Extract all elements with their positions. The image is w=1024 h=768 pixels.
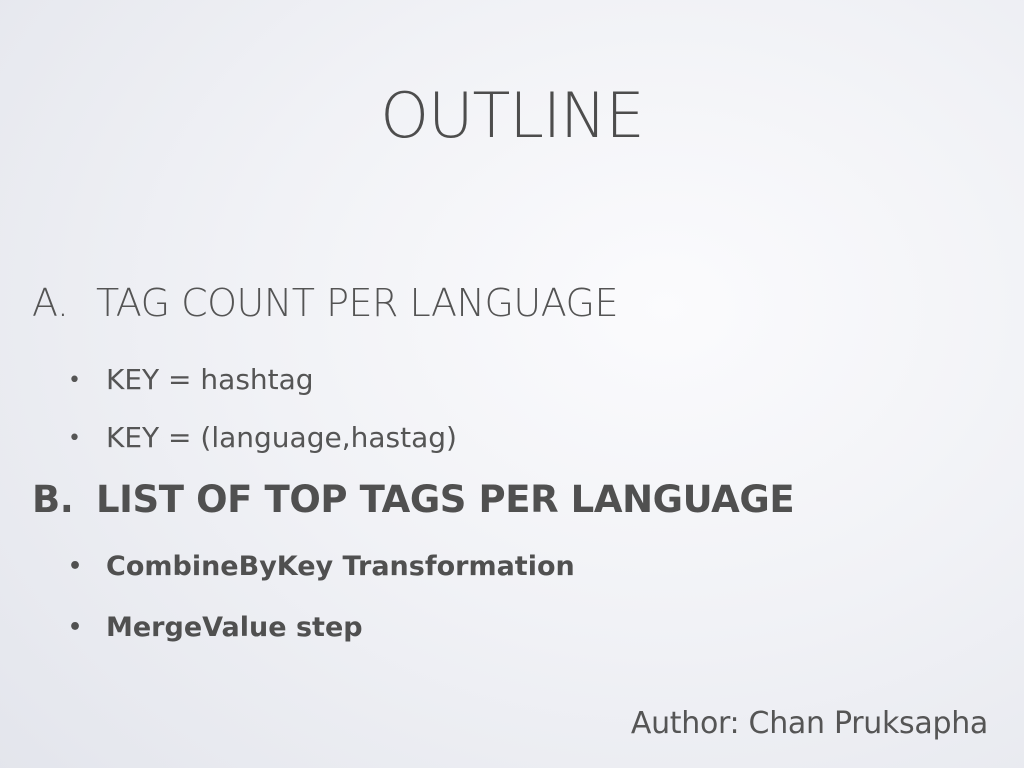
section-marker: B. [32, 478, 74, 521]
section-marker: A. [32, 281, 69, 325]
bullet-text: MergeValue step [106, 612, 363, 643]
section-heading-text: TAG COUNT PER LANGUAGE [96, 281, 619, 325]
bullet-item: • MergeValue step [68, 610, 363, 646]
bullet-text: CombineByKey Transformation [106, 551, 575, 582]
bullet-item: • CombineByKey Transformation [68, 549, 575, 585]
slide: OUTLINE A. TAG COUNT PER LANGUAGE • KEY = … [0, 0, 1024, 768]
slide-title: OUTLINE [380, 79, 644, 152]
bullet-text: KEY = (language,hastag) [106, 421, 457, 454]
bullet-dot: • [68, 554, 83, 579]
author-credit: Author: Chan Pruksapha [630, 706, 988, 741]
bullet-dot: • [68, 615, 83, 640]
section-b-heading: B. LIST OF TOP TAGS PER LANGUAGE [32, 477, 795, 523]
bullet-dot: • [68, 368, 81, 393]
section-heading-text: LIST OF TOP TAGS PER LANGUAGE [96, 478, 795, 521]
section-a-heading: A. TAG COUNT PER LANGUAGE [32, 280, 619, 326]
bullet-text: KEY = hashtag [106, 363, 314, 396]
bullet-dot: • [68, 426, 81, 451]
bullet-item: • KEY = hashtag [68, 362, 314, 399]
bullet-item: • KEY = (language,hastag) [68, 420, 457, 457]
